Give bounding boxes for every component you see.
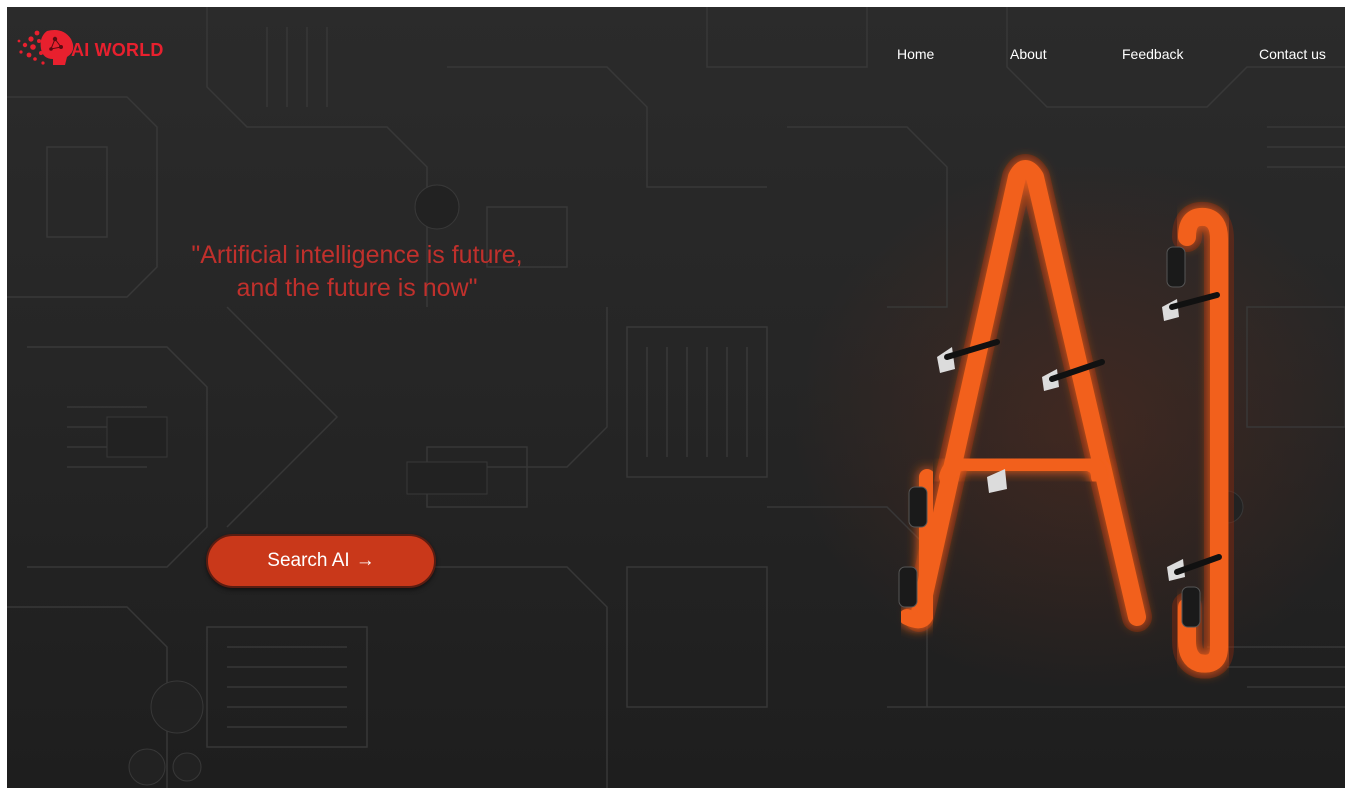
arrow-right-icon: →	[355, 550, 375, 571]
hero-background: AI WORLD Home About Feedback Contact us …	[7, 7, 1345, 788]
search-ai-button[interactable]: Search AI →	[206, 534, 436, 588]
hero-quote-line-2: and the future is now"	[236, 274, 478, 302]
nav-home-link[interactable]: Home	[897, 46, 934, 62]
nav-feedback-link[interactable]: Feedback	[1122, 46, 1183, 62]
top-navigation: Home About Feedback Contact us	[7, 46, 1345, 66]
search-ai-label: Search AI	[267, 550, 350, 571]
nav-about-link[interactable]: About	[1010, 46, 1047, 62]
hero-quote-line-1: "Artificial intelligence is future,	[191, 241, 523, 269]
hero-quote: "Artificial intelligence is future, and …	[127, 239, 587, 305]
nav-contact-link[interactable]: Contact us	[1259, 46, 1326, 62]
neon-ai-sign	[898, 154, 1234, 679]
